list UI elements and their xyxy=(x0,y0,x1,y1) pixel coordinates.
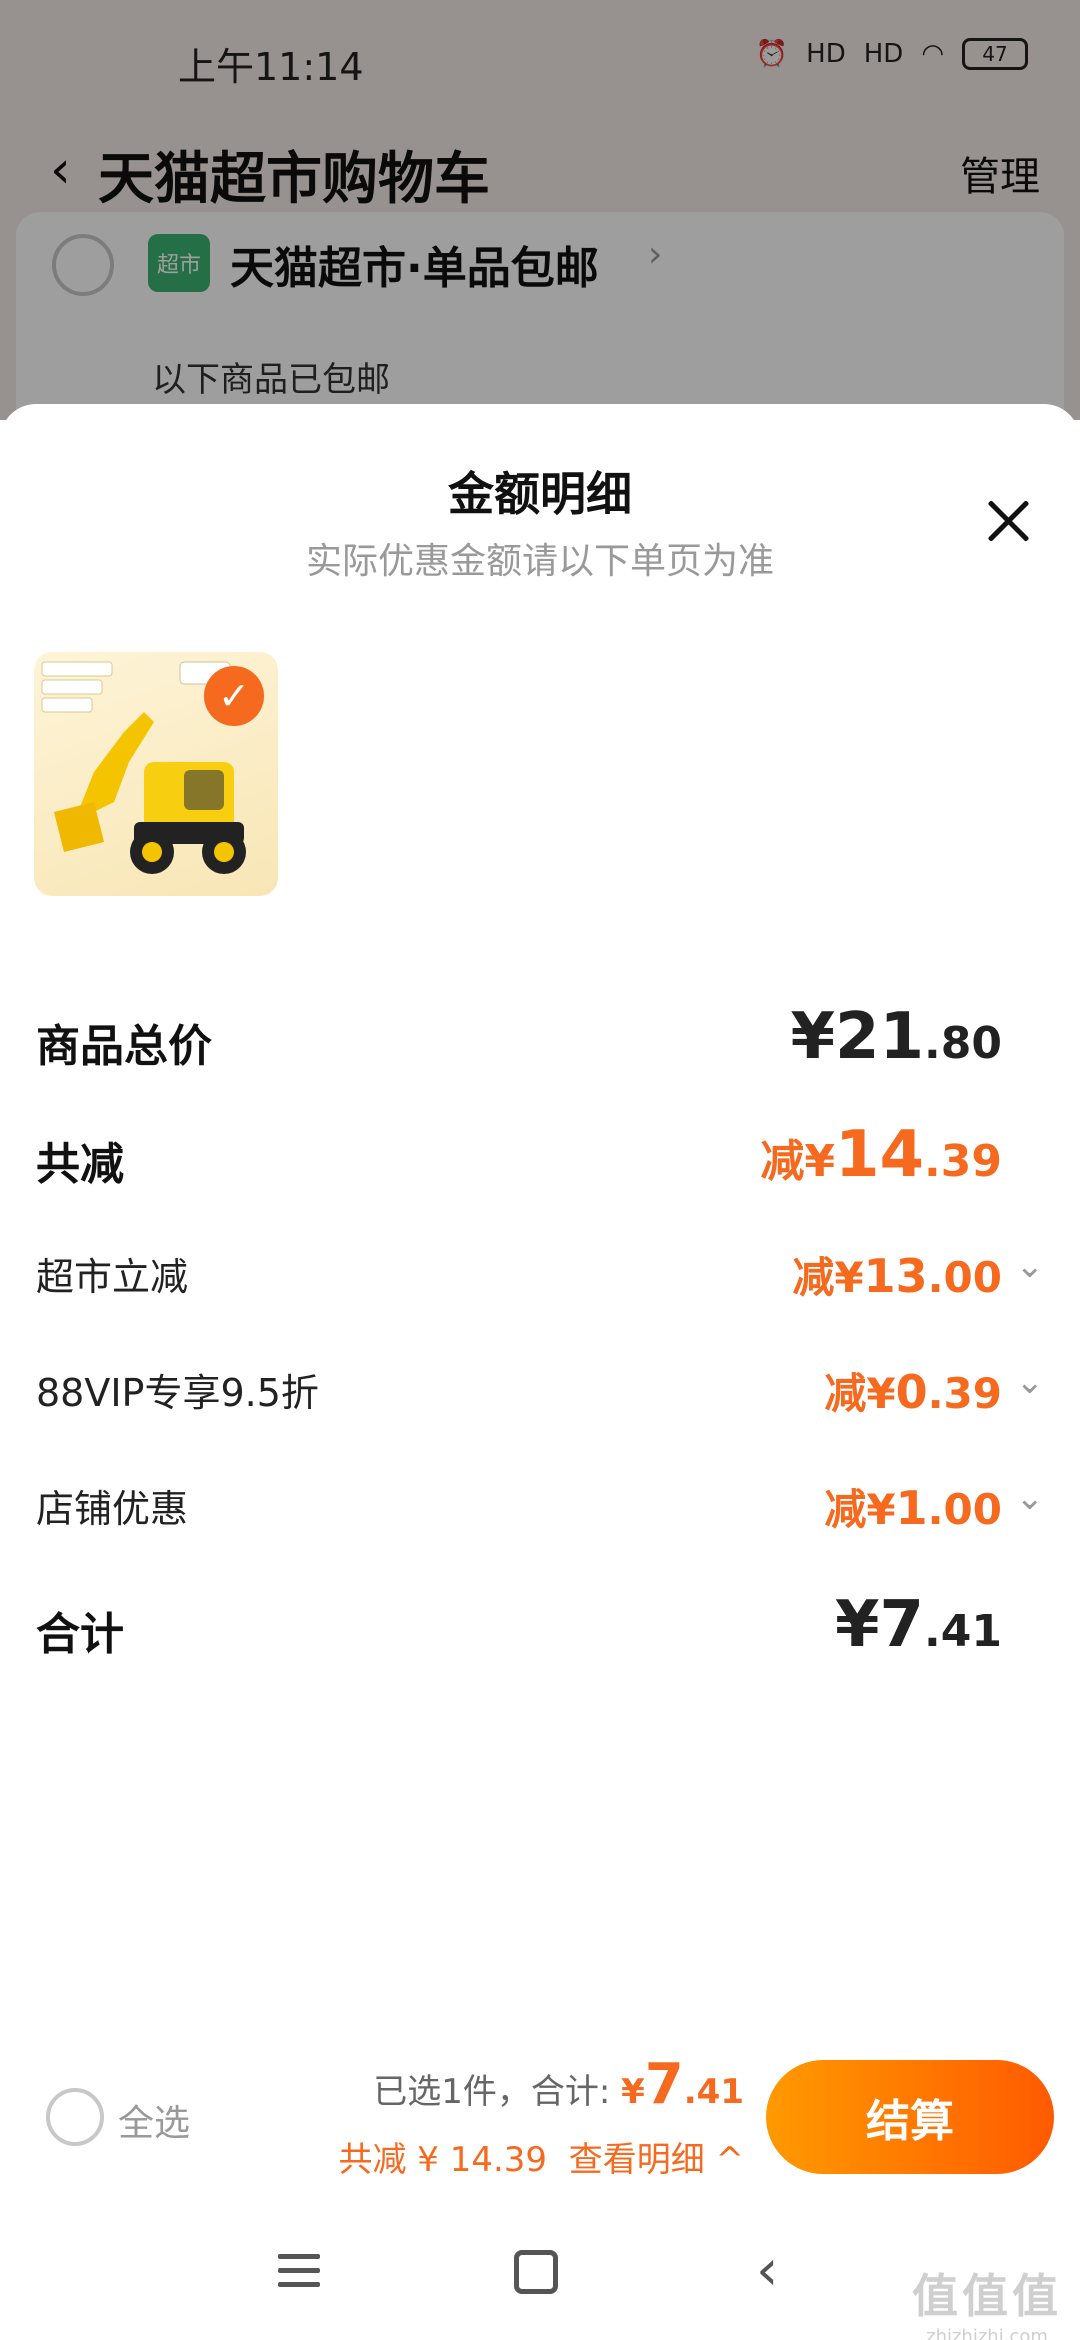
row-subtotal: 商品总价 ¥21.80 xyxy=(36,1000,1044,1080)
value-int: 0 xyxy=(895,1365,928,1419)
row-value: 减¥14.39 xyxy=(760,1118,1002,1192)
value-int: 13 xyxy=(863,1249,928,1303)
discount-text: 共减 ¥ 14.39 xyxy=(338,2140,548,2180)
summary-total: ¥7.41 xyxy=(621,2052,744,2117)
value-int: 1 xyxy=(895,1481,928,1535)
total-int: 7 xyxy=(644,2052,684,2117)
select-all-radio[interactable] xyxy=(46,2088,104,2146)
row-value: 减¥0.39 xyxy=(824,1360,1002,1421)
row-label: 合计 xyxy=(36,1609,124,1660)
row-value: 减¥1.00 xyxy=(824,1476,1002,1537)
watermark: 值值值 zhizhizhi.com xyxy=(912,2260,1062,2340)
select-all-label[interactable]: 全选 xyxy=(118,2094,190,2146)
watermark-text: 值值值 xyxy=(912,2269,1062,2323)
row-supermarket-discount[interactable]: 超市立减 减¥13.00 ⌄ xyxy=(36,1236,1044,1316)
view-detail-link[interactable]: 查看明细 ^ xyxy=(569,2140,744,2180)
discount-prefix: 减¥ xyxy=(824,1369,896,1418)
value-int: 14 xyxy=(834,1118,925,1192)
row-value: 减¥13.00 xyxy=(792,1244,1002,1305)
row-store-discount[interactable]: 店铺优惠 减¥1.00 ⌄ xyxy=(36,1468,1044,1548)
value-dec: .00 xyxy=(927,1485,1002,1534)
currency-symbol: ¥ xyxy=(790,1000,835,1074)
close-icon[interactable] xyxy=(978,490,1038,550)
row-value: ¥21.80 xyxy=(790,1000,1002,1074)
value-dec: .41 xyxy=(924,1606,1002,1657)
selected-count-text: 已选1件，合计: xyxy=(373,2072,611,2112)
chevron-down-icon[interactable]: ⌄ xyxy=(1016,1362,1045,1402)
value-int: 21 xyxy=(834,1000,925,1074)
menu-icon[interactable] xyxy=(278,2252,320,2290)
background-page: 上午11:14 ⏰ HD HD ◠ 47 ‹ 天猫超市购物车 管理 超市 天猫超… xyxy=(0,0,1080,442)
back-icon[interactable]: ‹ xyxy=(756,2238,778,2303)
row-label: 商品总价 xyxy=(36,1021,212,1072)
dim-overlay[interactable] xyxy=(0,0,1080,420)
chevron-down-icon[interactable]: ⌄ xyxy=(1016,1478,1045,1518)
home-icon[interactable] xyxy=(514,2250,558,2294)
sheet-title: 金额明细 xyxy=(448,467,632,521)
row-value: ¥7.41 xyxy=(835,1588,1002,1662)
discount-prefix: 减¥ xyxy=(792,1253,864,1302)
discount-prefix: 减¥ xyxy=(824,1485,896,1534)
currency-symbol: ¥ xyxy=(834,1588,880,1662)
row-total-discount: 共减 减¥14.39 xyxy=(36,1118,1044,1198)
discount-summary: 共减 ¥ 14.39 查看明细 ^ xyxy=(338,2132,744,2181)
discount-prefix: 减¥ xyxy=(760,1136,835,1187)
value-dec: .39 xyxy=(924,1136,1002,1187)
currency-symbol: ¥ xyxy=(621,2072,645,2112)
sheet-subtitle: 实际优惠金额请以下单页为准 xyxy=(305,541,774,582)
row-total: 合计 ¥7.41 xyxy=(36,1588,1044,1668)
row-label: 共减 xyxy=(36,1139,124,1190)
check-icon[interactable]: ✓ xyxy=(204,666,264,726)
checkout-bar: 全选 已选1件，合计: ¥7.41 共减 ¥ 14.39 查看明细 ^ 结算 xyxy=(0,2040,1080,2210)
product-thumbnail: ✓ xyxy=(34,652,278,896)
row-label: 超市立减 xyxy=(36,1255,189,1299)
selected-summary: 已选1件，合计: ¥7.41 xyxy=(373,2052,744,2117)
value-dec: .80 xyxy=(924,1018,1002,1069)
row-vip-discount[interactable]: 88VIP专享9.5折 减¥0.39 ⌄ xyxy=(36,1352,1044,1432)
value-dec: .00 xyxy=(927,1253,1002,1302)
row-label: 店铺优惠 xyxy=(36,1487,189,1531)
value-int: 7 xyxy=(879,1588,925,1662)
watermark-url: zhizhizhi.com xyxy=(926,2326,1048,2340)
row-label: 88VIP专享9.5折 xyxy=(36,1371,319,1415)
chevron-down-icon[interactable]: ⌄ xyxy=(1016,1246,1045,1286)
checkout-button[interactable]: 结算 xyxy=(766,2060,1054,2174)
total-dec: .41 xyxy=(683,2072,744,2112)
value-dec: .39 xyxy=(927,1369,1002,1418)
